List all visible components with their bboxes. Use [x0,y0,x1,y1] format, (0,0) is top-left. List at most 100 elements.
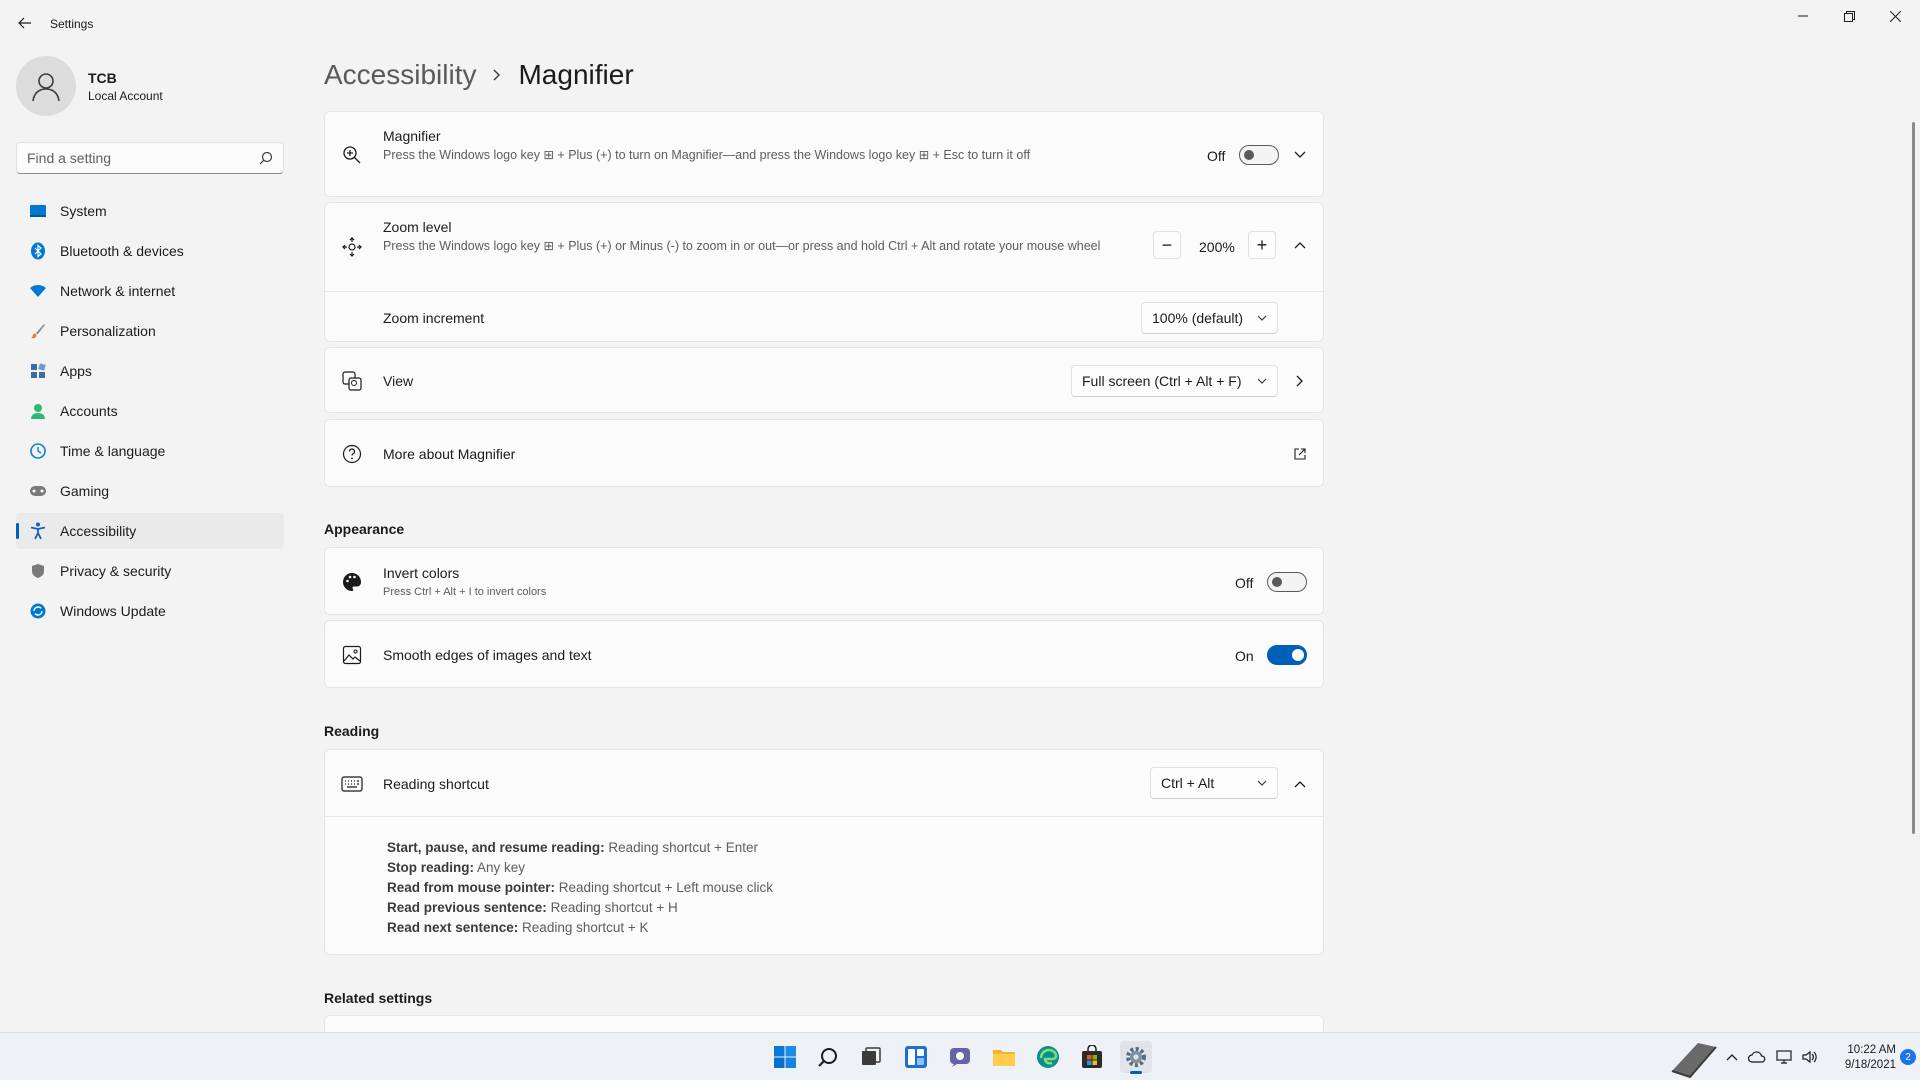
list-item: Start, pause, and resume reading: Readin… [387,838,773,858]
taskbar-search-button[interactable] [812,1041,844,1073]
minimize-button[interactable] [1780,0,1826,32]
accessibility-icon [28,521,48,541]
restore-button[interactable] [1826,0,1872,32]
breadcrumb-parent[interactable]: Accessibility [324,59,476,91]
gear-icon [1126,1047,1146,1067]
sidebar-item-apps[interactable]: Apps [16,353,284,389]
zoom-increment-title: Zoom increment [383,310,485,326]
clock-date: 9/18/2021 [1844,1059,1896,1071]
wifi-icon [28,281,48,301]
shortcut-action: Read previous sentence: [387,900,547,915]
bluetooth-icon [28,241,48,261]
minimize-icon [1798,15,1808,17]
chevron-down-icon[interactable] [1292,147,1308,163]
search-icon [818,1048,837,1067]
sidebar-item-personalization[interactable]: Personalization [16,313,284,349]
page-title: Magnifier [518,59,634,90]
system-tray [1668,1033,1818,1080]
zoom-in-button[interactable]: + [1248,231,1276,259]
edge-button[interactable] [1032,1041,1064,1073]
settings-app-button[interactable] [1120,1041,1152,1074]
notification-badge[interactable]: 2 [1900,1049,1916,1065]
cloud-icon[interactable] [1748,1051,1766,1063]
back-button[interactable] [14,12,36,34]
file-explorer-button[interactable] [988,1041,1020,1073]
sidebar-item-accessibility[interactable]: Accessibility [16,513,284,549]
chevron-up-icon[interactable] [1726,1053,1738,1061]
close-button[interactable] [1872,0,1918,32]
chevron-up-icon[interactable] [1292,776,1308,792]
smooth-edges-state-label: On [1235,648,1254,664]
smooth-edges-toggle[interactable] [1267,645,1307,665]
appearance-heading: Appearance [324,521,405,537]
shortcut-keys: Reading shortcut + H [546,900,678,915]
sidebar-item-label: Apps [60,363,92,379]
breadcrumb: Accessibility Magnifier [324,55,634,95]
avatar [16,56,76,116]
invert-colors-toggle[interactable] [1267,572,1307,592]
book-icon [1671,1043,1717,1079]
widgets-button[interactable] [900,1041,932,1073]
reading-shortcut-value: Ctrl + Alt [1161,775,1215,791]
magnifier-card[interactable]: Magnifier Press the Windows logo key ⊞ +… [324,111,1324,197]
shortcut-keys: Any key [474,860,526,875]
scrollbar[interactable] [1912,122,1915,834]
reading-shortcut-dropdown[interactable]: Ctrl + Alt [1150,767,1278,799]
search-box[interactable] [16,142,284,174]
task-view-button[interactable] [855,1041,887,1073]
invert-colors-state-label: Off [1235,575,1254,591]
more-about-card[interactable]: More about Magnifier [324,419,1324,487]
search-input[interactable] [27,150,259,166]
shortcut-keys: Reading shortcut + Left mouse click [555,880,774,895]
store-icon [1082,1045,1102,1068]
sidebar-item-privacy-security[interactable]: Privacy & security [16,553,284,589]
reading-heading: Reading [324,723,380,739]
sidebar-item-system[interactable]: System [16,193,284,229]
list-item: Read previous sentence: Reading shortcut… [387,898,773,918]
view-card[interactable]: View Full screen (Ctrl + Alt + F) [324,347,1324,413]
help-icon [341,443,363,465]
zoom-increment-dropdown[interactable]: 100% (default) [1141,302,1278,334]
zoom-card: Zoom level Press the Windows logo key ⊞ … [324,202,1324,342]
sidebar-item-gaming[interactable]: Gaming [16,473,284,509]
globe-clock-icon [28,441,48,461]
chevron-up-icon[interactable] [1292,237,1308,253]
magnifier-description: Press the Windows logo key ⊞ + Plus (+) … [383,148,1031,162]
external-link-icon[interactable] [1292,446,1308,462]
task-view-icon [862,1047,881,1065]
invert-colors-description: Press Ctrl + Alt + I to invert colors [383,586,547,598]
palette-icon [341,571,363,593]
sidebar-item-bluetooth[interactable]: Bluetooth & devices [16,233,284,269]
edge-icon [1037,1046,1059,1068]
sidebar-item-time-language[interactable]: Time & language [16,433,284,469]
zoom-out-button[interactable]: − [1153,231,1181,259]
sidebar-item-label: Gaming [60,483,110,499]
network-icon[interactable] [1776,1050,1792,1064]
user-profile[interactable]: TCB Local Account [16,56,163,116]
chevron-down-icon [1245,780,1267,786]
chevron-right-icon[interactable] [1292,373,1308,389]
windows-logo-icon [774,1046,796,1068]
apps-icon [28,361,48,381]
search-icon[interactable] [259,151,273,165]
view-value: Full screen (Ctrl + Alt + F) [1082,373,1242,389]
sidebar-item-accounts[interactable]: Accounts [16,393,284,429]
store-button[interactable] [1076,1041,1108,1073]
sidebar-item-label: Windows Update [60,603,166,619]
shortcut-action: Start, pause, and resume reading: [387,840,605,855]
view-icon [341,370,363,392]
sidebar-item-network[interactable]: Network & internet [16,273,284,309]
start-button[interactable] [769,1041,801,1073]
gamepad-icon [28,481,48,501]
volume-icon[interactable] [1802,1050,1818,1064]
sidebar-item-windows-update[interactable]: Windows Update [16,593,284,629]
view-dropdown[interactable]: Full screen (Ctrl + Alt + F) [1071,365,1278,397]
divider [325,816,1323,817]
chat-button[interactable] [944,1041,976,1073]
title-bar: Settings [0,0,1920,48]
clock[interactable]: 10:22 AM 9/18/2021 [1845,1043,1896,1073]
sidebar-item-label: Bluetooth & devices [60,243,184,259]
chat-icon [950,1048,970,1067]
reading-shortcut-list: Start, pause, and resume reading: Readin… [387,838,773,938]
magnifier-toggle[interactable] [1239,145,1279,165]
